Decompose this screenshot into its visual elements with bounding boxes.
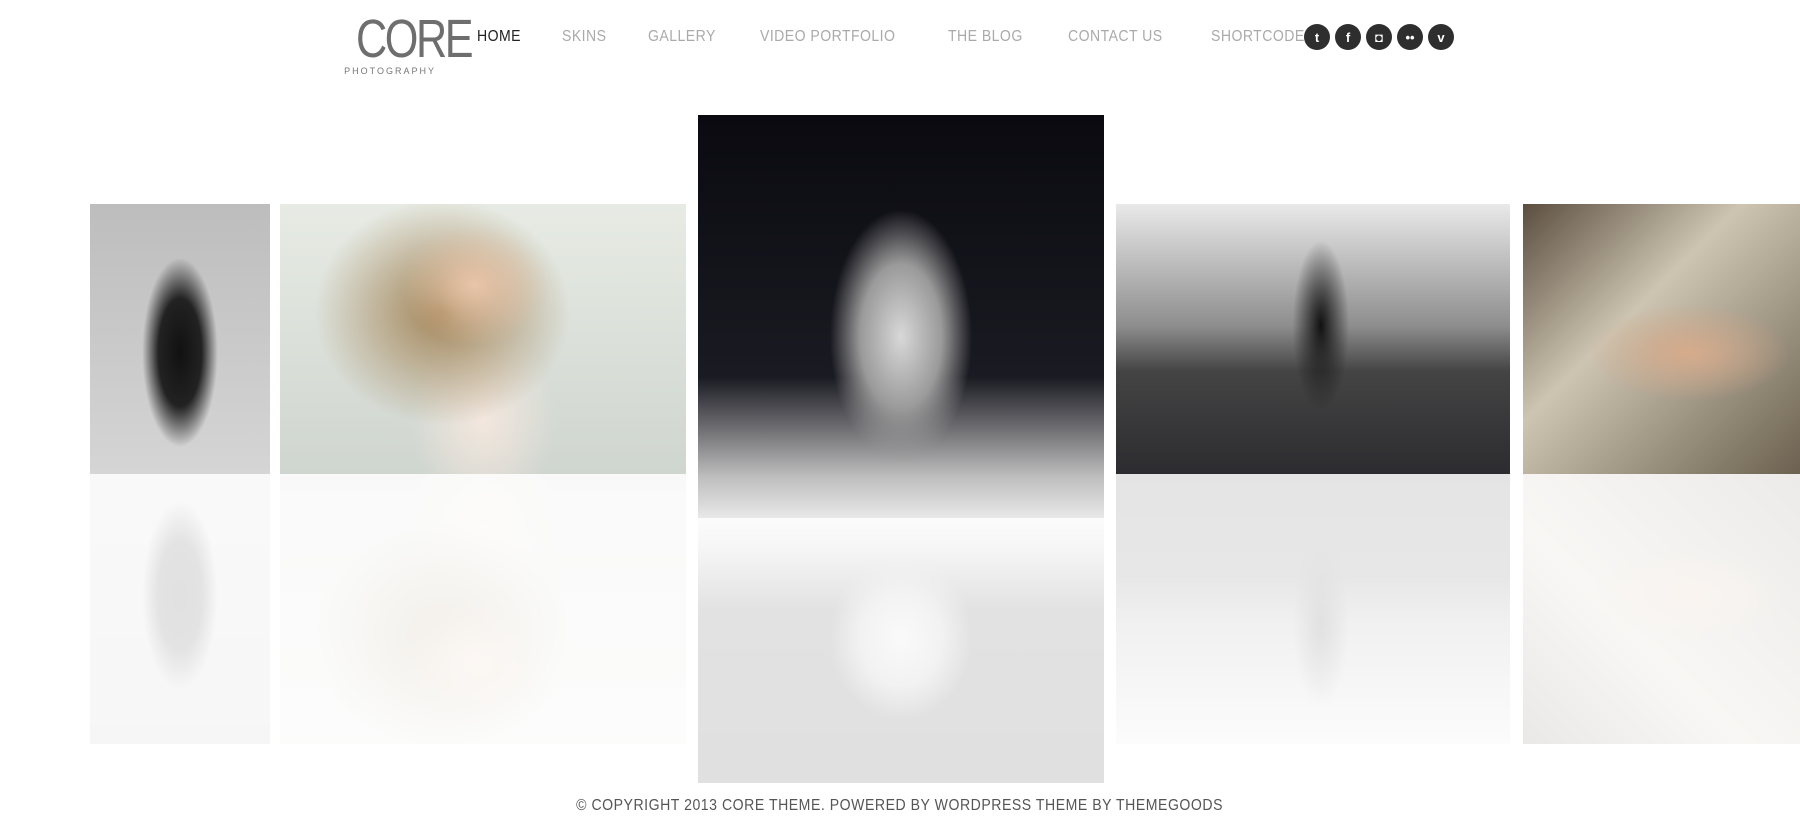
twitter-icon[interactable]: t [1304,24,1330,50]
gallery-photo-2[interactable] [280,204,686,474]
nav-home[interactable]: HOME [477,28,521,46]
nav-the-blog[interactable]: THE BLOG [948,28,1023,46]
nav-gallery[interactable]: GALLERY [648,28,716,46]
gallery-photo-1[interactable] [90,204,270,474]
footer: © COPYRIGHT 2013 CORE THEME. POWERED BY … [0,797,1800,815]
vimeo-icon[interactable]: v [1428,24,1454,50]
gallery-photo-4[interactable] [1116,204,1510,474]
photo-reflection [280,474,686,744]
logo-title: CORE [356,9,474,69]
nav-shortcodes[interactable]: SHORTCODES [1211,28,1314,46]
photo-reflection [698,518,1104,783]
copyright-text: © COPYRIGHT 2013 CORE THEME. POWERED BY … [576,797,1224,814]
photo-reflection [1116,474,1510,744]
gallery-photo-center[interactable] [698,115,1104,518]
facebook-icon[interactable]: f [1335,24,1361,50]
flickr-icon[interactable]: •• [1397,24,1423,50]
site-logo[interactable]: CORE PHOTOGRAPHY [336,9,474,76]
gallery-photo-5[interactable] [1523,204,1800,474]
nav-contact-us[interactable]: CONTACT US [1068,28,1163,46]
nav-video-portfolio[interactable]: VIDEO PORTFOLIO [760,28,895,46]
photo-reflection [1523,474,1800,744]
photo-reflection [90,474,270,744]
main-nav: HOME SKINS GALLERY VIDEO PORTFOLIO THE B… [477,28,1329,46]
social-links: t f ◘ •• v [1304,24,1454,50]
nav-skins[interactable]: SKINS [562,28,606,46]
instagram-icon[interactable]: ◘ [1366,24,1392,50]
